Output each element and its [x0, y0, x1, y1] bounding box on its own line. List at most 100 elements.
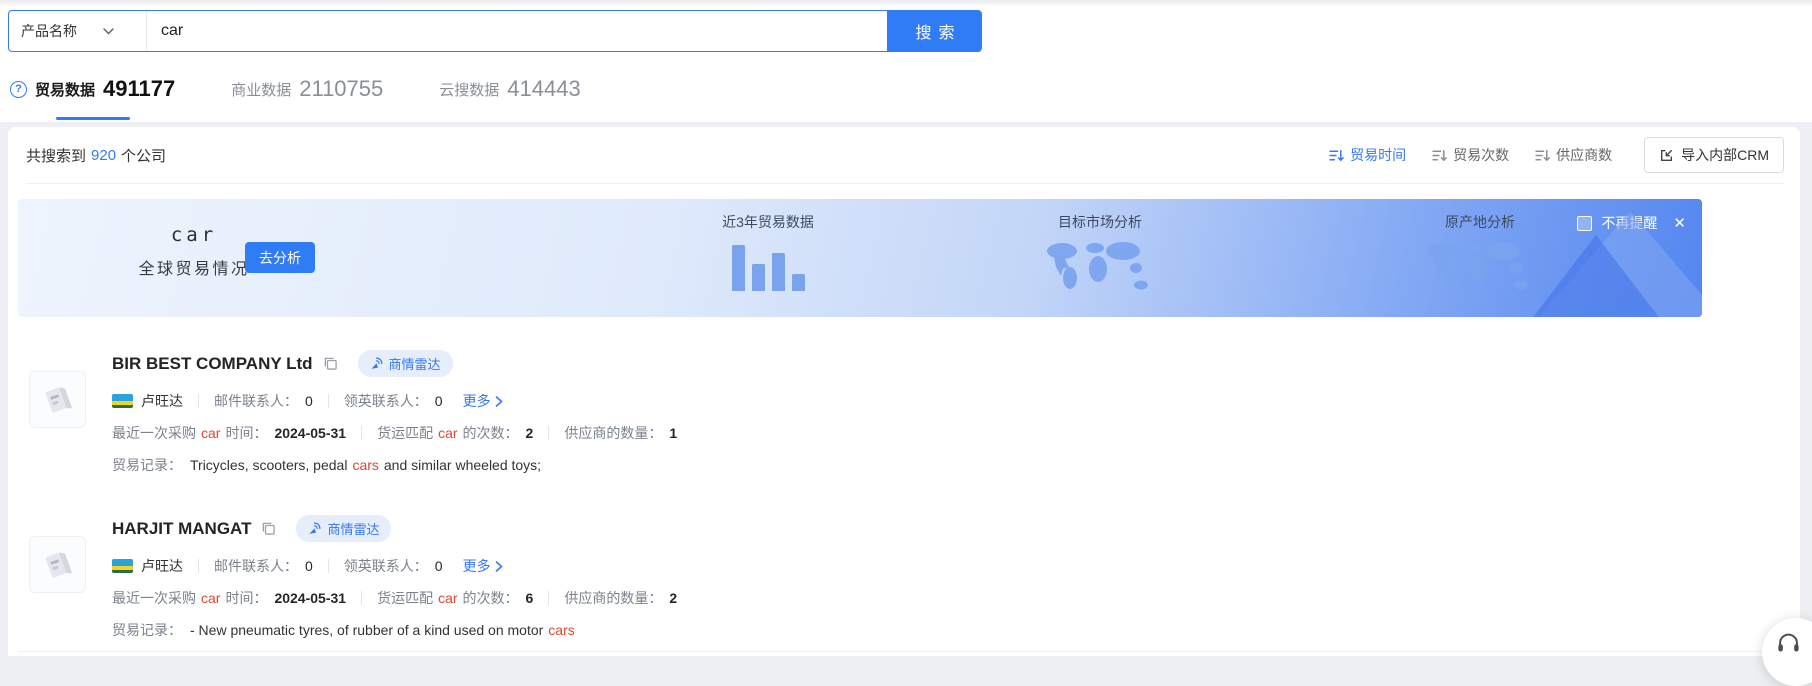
linkedin-contacts-count: 0 [435, 558, 443, 574]
sort-toolbar: 贸易时间 贸易次数 供应商数 导入内部CRM [1329, 137, 1784, 173]
tab-trade-data[interactable]: ? 贸易数据 491177 [10, 76, 175, 122]
email-contacts-label: 邮件联系人： [214, 391, 298, 411]
sort-supplier-count[interactable]: 供应商数 [1535, 145, 1612, 165]
tab-cloud-search-data[interactable]: 云搜数据 414443 [439, 76, 580, 122]
sort-trade-count[interactable]: 贸易次数 [1432, 145, 1509, 165]
rwanda-flag-icon [112, 394, 133, 408]
divider [328, 394, 329, 408]
company-name[interactable]: HARJIT MANGAT [112, 519, 251, 539]
tab-label: 商业数据 [231, 79, 291, 100]
sort-label: 贸易次数 [1453, 145, 1509, 165]
headset-icon [1775, 629, 1802, 656]
mini-bar [732, 245, 745, 291]
banner-keyword-block: car 全球贸易情况 [134, 224, 254, 279]
divider [548, 426, 549, 440]
tab-count: 414443 [507, 76, 580, 102]
business-radar-badge[interactable]: 商情雷达 [358, 350, 453, 377]
import-crm-label: 导入内部CRM [1681, 145, 1769, 165]
more-link[interactable]: 更多 [463, 556, 503, 576]
tab-count: 491177 [103, 76, 175, 102]
email-contacts-count: 0 [305, 393, 313, 409]
sort-icon [1329, 148, 1344, 163]
keyword-highlight: cars [548, 622, 574, 638]
list-divider [18, 651, 1800, 652]
search-bar: 产品名称 搜索 [8, 10, 982, 52]
search-category-label: 产品名称 [21, 21, 77, 41]
purchase-date: 2024-05-31 [274, 590, 346, 606]
keyword-highlight: car [438, 590, 457, 606]
import-crm-button[interactable]: 导入内部CRM [1644, 137, 1784, 173]
section-label: 近3年贸易数据 [673, 212, 863, 232]
mini-bar [772, 253, 785, 291]
supplier-label: 供应商的数量： [564, 423, 662, 443]
freight-label-suffix: 的次数： [463, 423, 519, 443]
keyword-highlight: cars [352, 457, 378, 473]
copy-icon[interactable] [323, 356, 338, 371]
product-placeholder-icon [37, 379, 79, 421]
search-category-select[interactable]: 产品名称 [9, 11, 147, 51]
banner-keyword: car [134, 224, 254, 246]
supplier-label: 供应商的数量： [564, 588, 662, 608]
trade-record-label: 贸易记录： [112, 620, 182, 640]
trade-analysis-banner: car 全球贸易情况 去分析 近3年贸易数据 目标市场分析 原产地分析 [18, 199, 1702, 317]
banner-subtitle: 全球贸易情况 [134, 255, 254, 279]
results-count: 920 [91, 147, 116, 164]
banner-section-target-market: 目标市场分析 [1005, 212, 1195, 304]
divider [328, 559, 329, 573]
freight-count: 2 [526, 425, 534, 441]
tab-label: 云搜数据 [439, 79, 499, 100]
company-country: 卢旺达 [141, 391, 183, 411]
results-suffix: 个公司 [121, 145, 166, 166]
search-button[interactable]: 搜索 [887, 11, 981, 51]
copy-icon[interactable] [261, 521, 276, 536]
results-prefix: 共搜索到 [26, 145, 86, 166]
divider [548, 591, 549, 605]
tab-business-data[interactable]: 商业数据 2110755 [231, 76, 383, 122]
company-name[interactable]: BIR BEST COMPANY Ltd [112, 354, 313, 374]
chevron-right-icon [495, 396, 503, 407]
search-input[interactable] [147, 11, 887, 51]
more-label: 更多 [463, 556, 491, 576]
company-card: BIR BEST COMPANY Ltd 商情雷达 卢旺达 邮件联系人： 0 领… [8, 350, 1800, 475]
purchase-label: 最近一次采购 [112, 588, 196, 608]
section-label: 目标市场分析 [1005, 212, 1195, 232]
chevron-down-icon [103, 28, 114, 35]
freight-label: 货运匹配 [377, 588, 433, 608]
linkedin-contacts-label: 领英联系人： [344, 556, 428, 576]
sort-trade-time[interactable]: 贸易时间 [1329, 145, 1406, 165]
chevron-right-icon [495, 561, 503, 572]
banner-decoration-triangle [1524, 235, 1668, 317]
more-link[interactable]: 更多 [463, 391, 503, 411]
analyze-button[interactable]: 去分析 [245, 242, 315, 273]
company-country: 卢旺达 [141, 556, 183, 576]
email-contacts-count: 0 [305, 558, 313, 574]
keyword-highlight: car [201, 590, 220, 606]
trade-record-text: and similar wheeled toys; [384, 457, 541, 473]
tab-count: 2110755 [299, 76, 383, 102]
header-divider [26, 183, 1784, 184]
radar-icon [308, 522, 321, 535]
linkedin-contacts-count: 0 [435, 393, 443, 409]
world-map-icon [1040, 237, 1160, 299]
banner-section-trade-3y: 近3年贸易数据 [673, 212, 863, 291]
business-radar-badge[interactable]: 商情雷达 [296, 515, 391, 542]
divider [361, 591, 362, 605]
company-thumbnail[interactable] [29, 371, 86, 428]
badge-label: 商情雷达 [327, 519, 379, 538]
purchase-label-suffix: 时间： [225, 588, 267, 608]
more-label: 更多 [463, 391, 491, 411]
freight-count: 6 [526, 590, 534, 606]
keyword-highlight: car [438, 425, 457, 441]
top-search-header: 产品名称 搜索 ? 贸易数据 491177 商业数据 2110755 云搜数据 … [0, 0, 1812, 122]
supplier-count: 2 [669, 590, 677, 606]
import-icon [1659, 148, 1674, 163]
rwanda-flag-icon [112, 559, 133, 573]
divider [198, 559, 199, 573]
sort-icon [1432, 148, 1447, 163]
company-thumbnail[interactable] [29, 536, 86, 593]
results-header: 共搜索到 920 个公司 贸易时间 贸易次数 供应商数 导入内部CRM [8, 127, 1800, 183]
help-icon[interactable]: ? [10, 81, 27, 98]
mini-bar-chart [673, 239, 863, 291]
company-card: HARJIT MANGAT 商情雷达 卢旺达 邮件联系人： 0 领英联系人： 0 [8, 515, 1800, 640]
data-source-tabs: ? 贸易数据 491177 商业数据 2110755 云搜数据 414443 [10, 76, 1812, 122]
